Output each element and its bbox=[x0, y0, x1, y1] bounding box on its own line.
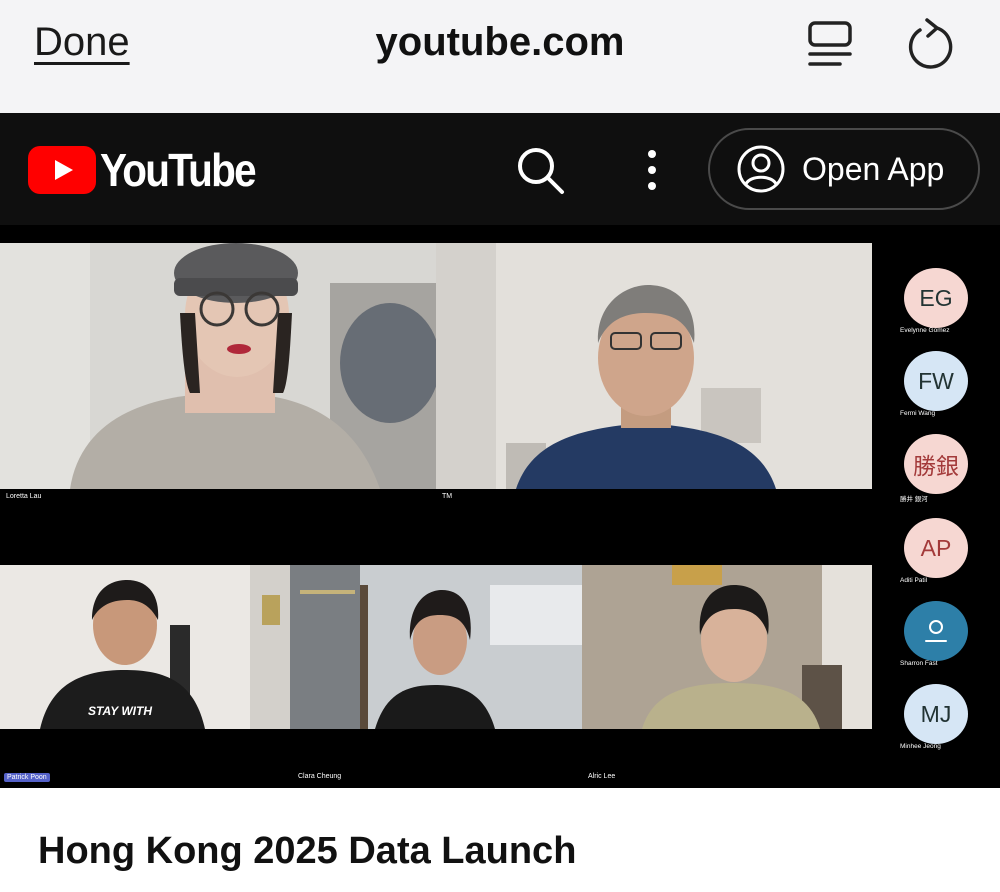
participant-list: EG Evelynne Gomez FW Fermi Wang 勝銀 勝井 銀河… bbox=[880, 225, 1000, 788]
participant-avatar: EG bbox=[904, 268, 968, 328]
participant-name: Fermi Wang bbox=[900, 410, 936, 417]
account-icon bbox=[737, 145, 785, 193]
reader-view-icon[interactable] bbox=[806, 20, 856, 70]
participant-name: Aditi Patil bbox=[900, 577, 928, 584]
search-icon[interactable] bbox=[514, 144, 566, 196]
participant-name-overlay: Loretta Lau bbox=[6, 493, 42, 500]
participant-avatar bbox=[904, 601, 968, 661]
browser-toolbar: Done youtube.com bbox=[0, 0, 1000, 113]
participant-name-overlay: Clara Cheung bbox=[298, 773, 342, 780]
participant-tile bbox=[290, 565, 582, 729]
youtube-play-icon bbox=[28, 146, 96, 194]
participant-video bbox=[290, 565, 582, 729]
youtube-logo-text: YouTube bbox=[100, 144, 257, 196]
done-button[interactable]: Done bbox=[34, 20, 130, 65]
participant-tile: STAY WITH bbox=[0, 565, 290, 729]
video-frame: Loretta Lau TM STAY WITH Patrick Poon Cl… bbox=[0, 225, 1000, 788]
participant-name: Sharron Fast bbox=[900, 660, 938, 667]
participant-name: Minhee Jeong bbox=[900, 743, 941, 750]
participant-name: 勝井 銀河 bbox=[900, 496, 928, 503]
youtube-logo[interactable]: YouTube bbox=[28, 144, 276, 196]
participant-video bbox=[582, 565, 872, 729]
url-text[interactable]: youtube.com bbox=[376, 20, 625, 64]
video-player[interactable]: Loretta Lau TM STAY WITH Patrick Poon Cl… bbox=[0, 225, 1000, 788]
svg-text:STAY WITH: STAY WITH bbox=[88, 704, 152, 718]
participant-avatar: MJ bbox=[904, 684, 968, 744]
more-options-icon[interactable] bbox=[634, 149, 670, 191]
participant-name-overlay: TM bbox=[442, 493, 453, 500]
participant-tile bbox=[0, 243, 436, 489]
participant-tile bbox=[582, 565, 872, 729]
participant-name-overlay: Patrick Poon bbox=[4, 773, 50, 782]
participant-name-overlay: Alric Lee bbox=[588, 773, 616, 780]
person-icon bbox=[925, 620, 947, 642]
participant-video: STAY WITH bbox=[0, 565, 290, 729]
video-title: Hong Kong 2025 Data Launch bbox=[38, 830, 577, 872]
participant-tile bbox=[436, 243, 872, 489]
participant-name: Evelynne Gomez bbox=[900, 327, 950, 334]
participant-video bbox=[436, 243, 872, 489]
open-app-label: Open App bbox=[802, 150, 945, 187]
participant-video bbox=[0, 243, 436, 489]
reload-icon[interactable] bbox=[904, 18, 956, 72]
participant-avatar: AP bbox=[904, 518, 968, 578]
participant-avatar: FW bbox=[904, 351, 968, 411]
youtube-header: YouTube Open App bbox=[0, 113, 1000, 225]
open-app-button[interactable]: Open App bbox=[708, 128, 980, 210]
participant-avatar: 勝銀 bbox=[904, 434, 968, 494]
